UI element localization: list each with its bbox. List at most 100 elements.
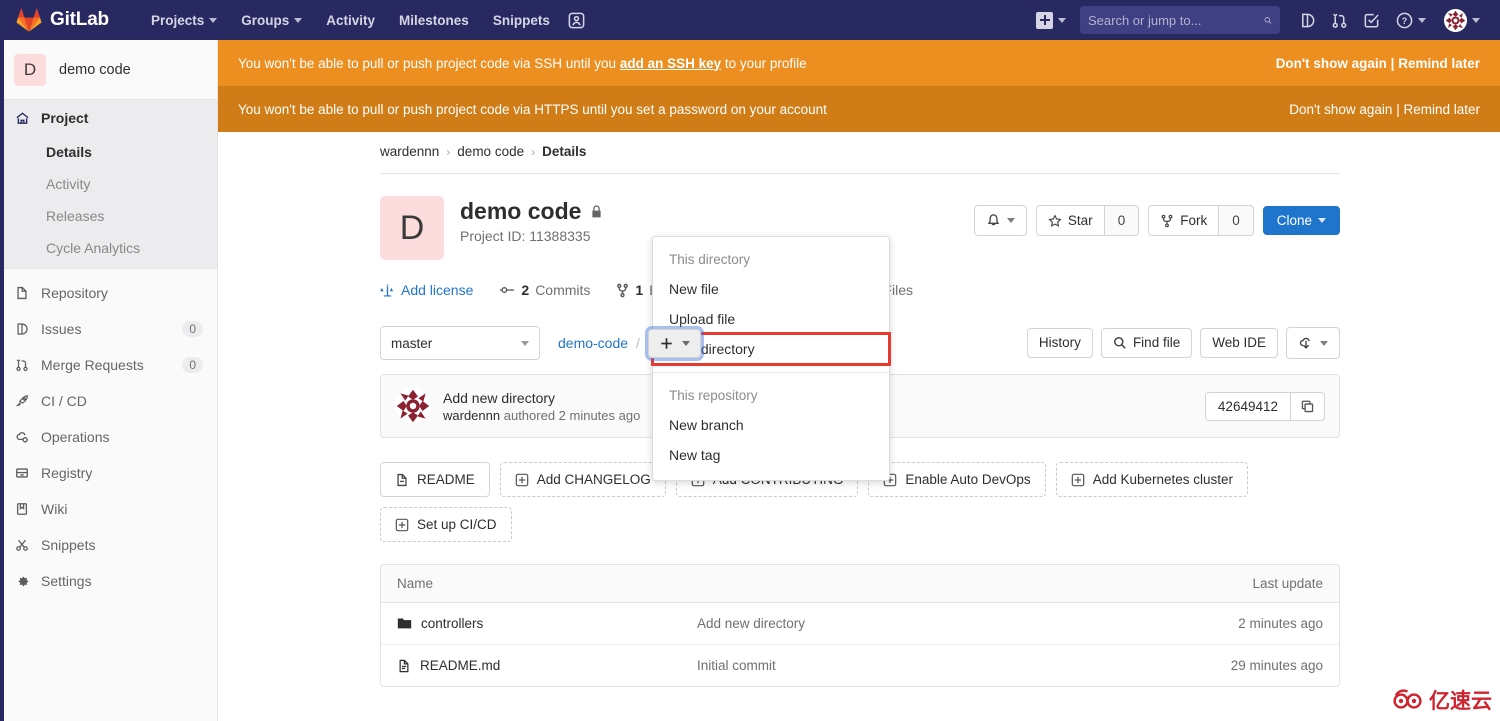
help-question-icon[interactable] [562,5,592,35]
commit-sha[interactable]: 42649412 [1204,391,1291,421]
set-up-ci-cd-button[interactable]: Set up CI/CD [380,507,512,542]
chevron-right-icon: › [531,144,536,159]
new-item-dropdown[interactable] [1028,6,1074,35]
chevron-down-icon [1472,17,1480,23]
nav-label: Milestones [399,12,469,28]
find-file-button[interactable]: Find file [1100,328,1193,358]
sidebar-item-activity[interactable]: Activity [0,168,217,200]
scissors-icon [14,537,30,553]
plus-icon [661,337,672,349]
readme-label: README [417,472,475,487]
nav-right-group: ? [1028,3,1488,38]
add-kubernetes-cluster-label: Add Kubernetes cluster [1092,472,1234,487]
merge-request-icon[interactable] [1324,5,1354,35]
add-license-stat[interactable]: Add license [380,282,473,298]
remind-later-link[interactable]: Remind later [1403,102,1480,117]
ssh-banner-text: You won't be able to pull or push projec… [238,56,1276,71]
enable-auto-devops-button[interactable]: Enable Auto DevOps [868,462,1046,497]
nav-item-milestones[interactable]: Milestones [387,2,481,39]
star-count[interactable]: 0 [1104,205,1140,236]
project-avatar: D [380,196,444,260]
branch-icon [617,283,629,297]
sidebar-item-releases[interactable]: Releases [0,200,217,232]
global-search[interactable] [1080,6,1280,34]
bell-icon [987,214,999,226]
web-ide-button[interactable]: Web IDE [1200,328,1278,358]
nav-item-activity[interactable]: Activity [314,2,387,39]
add-ssh-key-link[interactable]: add an SSH key [620,56,721,71]
nav-item-snippets[interactable]: Snippets [481,2,562,39]
branch-selector[interactable]: master [380,326,540,360]
path-breadcrumb: demo-code / [558,328,701,358]
fork-count[interactable]: 0 [1219,205,1254,236]
sidebar-item-details[interactable]: Details [0,136,217,168]
todos-icon[interactable] [1356,5,1386,35]
commit-meta: wardennn authored 2 minutes ago [443,408,640,423]
commit-message-cell[interactable]: Initial commit [697,658,1173,673]
sidebar-item-registry[interactable]: Registry [0,455,217,491]
sidebar-item-project[interactable]: Project [0,100,217,136]
nav-item-projects[interactable]: Projects [139,2,229,39]
table-row[interactable]: README.md Initial commit 29 minutes ago [381,645,1339,686]
dropdown-item-new-file[interactable]: New file [653,274,889,304]
commit-message[interactable]: Add new directory [443,390,640,406]
user-menu[interactable] [1436,3,1488,38]
add-kubernetes-cluster-button[interactable]: Add Kubernetes cluster [1055,462,1249,497]
commit-message-cell[interactable]: Add new directory [697,616,1173,631]
breadcrumb: wardennn › demo code › Details [380,144,1340,174]
fork-button-group: Fork 0 [1148,205,1254,236]
commits-label: Commits [535,282,591,298]
project-id: Project ID: 11388335 [460,228,591,244]
breadcrumb-owner[interactable]: wardennn [380,144,439,159]
file-name-link[interactable]: README.md [420,658,500,673]
remind-later-link[interactable]: Remind later [1398,56,1480,71]
path-root-link[interactable]: demo-code [558,335,628,351]
issues-icon[interactable] [1292,5,1322,35]
nav-item-groups[interactable]: Groups [229,2,314,39]
search-input[interactable] [1088,12,1264,28]
sidebar-item-repository[interactable]: Repository [0,275,217,311]
history-button[interactable]: History [1026,328,1093,358]
last-update-cell: 29 minutes ago [1230,658,1323,673]
star-button[interactable]: Star [1035,205,1105,236]
dont-show-again-link[interactable]: Don't show again [1289,102,1392,117]
sidebar-item-issues[interactable]: Issues 0 [0,311,217,347]
notification-dropdown-button[interactable] [973,205,1027,236]
sidebar-item-ci-cd[interactable]: CI / CD [0,383,217,419]
sidebar-item-cycle-analytics[interactable]: Cycle Analytics [0,232,217,268]
help-dropdown[interactable]: ? [1388,6,1434,35]
table-row[interactable]: controllers Add new directory 2 minutes … [381,603,1339,645]
sidebar-item-operations[interactable]: Operations [0,419,217,455]
sidebar-project-header[interactable]: D demo code [0,40,217,100]
add-to-repository-dropdown-button[interactable] [647,328,701,358]
file-list-table: Name Last update controllers Add new dir… [380,564,1340,687]
sidebar-item-merge-requests[interactable]: Merge Requests 0 [0,347,217,383]
sidebar-group-project: Project Details Activity Releases Cycle … [0,100,217,269]
gitlab-logo[interactable]: GitLab [16,8,109,33]
star-icon [1048,213,1062,227]
readme-button[interactable]: README [380,462,490,497]
chevron-down-icon [1318,218,1326,223]
sidebar-item-wiki[interactable]: Wiki [0,491,217,527]
folder-icon [397,618,412,629]
fork-icon [1161,214,1173,227]
sidebar-item-snippets[interactable]: Snippets [0,527,217,563]
chevron-down-icon [209,17,218,23]
chevron-down-icon [1320,340,1328,346]
web-ide-label: Web IDE [1212,335,1266,351]
commits-stat[interactable]: 2 Commits [499,282,590,298]
commit-author[interactable]: wardennn [443,408,500,423]
fork-button[interactable]: Fork [1148,205,1220,236]
copy-sha-button[interactable] [1291,391,1325,421]
sidebar-item-settings[interactable]: Settings [0,563,217,599]
clone-label: Clone [1276,212,1312,228]
dropdown-item-new-tag[interactable]: New tag [653,440,889,470]
download-dropdown-button[interactable] [1286,327,1340,359]
add-changelog-button[interactable]: Add CHANGELOG [499,462,666,497]
file-name-link[interactable]: controllers [421,616,483,631]
svg-text:?: ? [1402,16,1407,26]
dropdown-item-new-branch[interactable]: New branch [653,410,889,440]
clone-button[interactable]: Clone [1262,205,1340,236]
breadcrumb-project[interactable]: demo code [457,144,524,159]
dont-show-again-link[interactable]: Don't show again [1276,56,1387,71]
